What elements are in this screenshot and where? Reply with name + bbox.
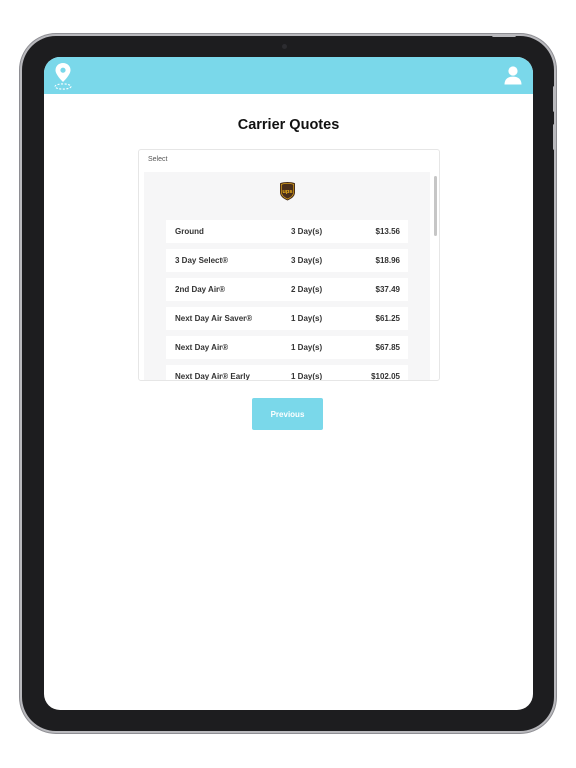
service-name: Next Day Air® Early xyxy=(175,372,250,380)
list-scrollbar[interactable] xyxy=(434,176,437,236)
device-side-button xyxy=(553,124,556,150)
ups-logo-text: ups xyxy=(282,189,292,195)
transit-days: 2 Day(s) xyxy=(291,285,323,294)
quote-option[interactable]: Ground 3 Day(s) $13.56 xyxy=(166,220,408,243)
transit-days: 1 Day(s) xyxy=(291,343,323,352)
location-pin-icon[interactable] xyxy=(51,61,75,91)
quote-list[interactable]: ups Ground 3 Day(s) $13.56 3 Day Select®… xyxy=(144,172,430,380)
transit-days: 1 Day(s) xyxy=(291,314,323,323)
quote-price: $102.05 xyxy=(371,372,400,380)
quote-option[interactable]: Next Day Air Saver® 1 Day(s) $61.25 xyxy=(166,307,408,330)
service-name: Next Day Air Saver® xyxy=(175,314,253,323)
service-name: 2nd Day Air® xyxy=(175,285,226,294)
device-side-button xyxy=(553,86,556,112)
service-name: Ground xyxy=(175,227,204,236)
quote-price: $18.96 xyxy=(375,256,400,265)
ups-logo-icon: ups xyxy=(279,181,296,201)
page-title: Carrier Quotes xyxy=(237,117,340,133)
top-app-bar xyxy=(44,57,533,94)
service-name: Next Day Air® xyxy=(175,343,229,352)
app-screen: Carrier Quotes Select ups Ground 3 Day(s… xyxy=(44,57,533,710)
quote-option[interactable]: Next Day Air® Early 1 Day(s) $102.05 xyxy=(166,365,408,380)
transit-days: 1 Day(s) xyxy=(291,372,323,380)
quote-price: $13.56 xyxy=(375,227,400,236)
quote-option[interactable]: Next Day Air® 1 Day(s) $67.85 xyxy=(166,336,408,359)
quote-price: $37.49 xyxy=(375,285,400,294)
device-top-button xyxy=(492,34,516,37)
transit-days: 3 Day(s) xyxy=(291,256,323,265)
carrier-quote-select[interactable]: Select ups Ground 3 Day(s) $13.56 3 Day … xyxy=(138,149,440,381)
select-label: Select xyxy=(148,156,168,163)
service-name: 3 Day Select® xyxy=(175,256,229,265)
quote-price: $61.25 xyxy=(375,314,400,323)
previous-button[interactable]: Previous xyxy=(252,398,323,430)
quote-option[interactable]: 3 Day Select® 3 Day(s) $18.96 xyxy=(166,249,408,272)
device-camera xyxy=(282,44,287,49)
user-icon[interactable] xyxy=(503,65,523,85)
transit-days: 3 Day(s) xyxy=(291,227,323,236)
quote-option[interactable]: 2nd Day Air® 2 Day(s) $37.49 xyxy=(166,278,408,301)
quote-price: $67.85 xyxy=(375,343,400,352)
